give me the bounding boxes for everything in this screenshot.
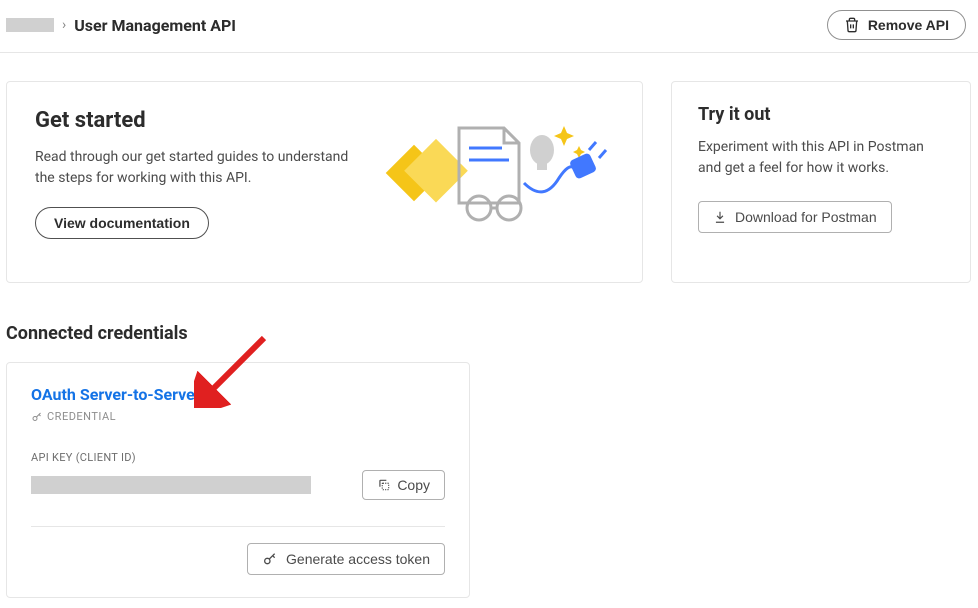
get-started-description: Read through our get started guides to u… [35,147,364,189]
download-icon [713,210,727,224]
oauth-credential-link[interactable]: OAuth Server-to-Server [31,385,445,404]
generate-access-token-button[interactable]: Generate access token [247,543,445,575]
documentation-illustration-icon [384,108,614,228]
credential-type-label: CREDENTIAL [31,410,445,423]
download-postman-label: Download for Postman [735,209,877,225]
remove-api-label: Remove API [868,17,949,33]
connected-credentials-title: Connected credentials [6,323,972,344]
copy-label: Copy [397,477,430,493]
key-icon [31,411,43,423]
divider [31,526,445,527]
copy-icon [377,478,391,492]
api-key-label: API KEY (CLIENT ID) [31,451,445,464]
remove-api-button[interactable]: Remove API [827,10,966,40]
breadcrumb-prev-link[interactable] [6,18,54,32]
download-postman-button[interactable]: Download for Postman [698,201,892,233]
breadcrumb: › User Management API [6,16,236,35]
view-documentation-button[interactable]: View documentation [35,207,209,239]
try-it-out-title: Try it out [698,104,944,125]
api-key-value [31,476,311,494]
page-title: User Management API [74,16,236,35]
try-it-out-card: Try it out Experiment with this API in P… [671,81,971,283]
trash-icon [844,17,860,33]
copy-api-key-button[interactable]: Copy [362,470,445,500]
view-documentation-label: View documentation [54,215,190,231]
chevron-right-icon: › [62,17,66,33]
get-started-card: Get started Read through our get started… [6,81,643,283]
try-it-out-description: Experiment with this API in Postman and … [698,137,944,179]
generate-token-label: Generate access token [286,551,430,567]
key-icon [262,551,278,567]
credential-card: OAuth Server-to-Server CREDENTIAL API KE… [6,362,470,598]
get-started-title: Get started [35,108,364,133]
